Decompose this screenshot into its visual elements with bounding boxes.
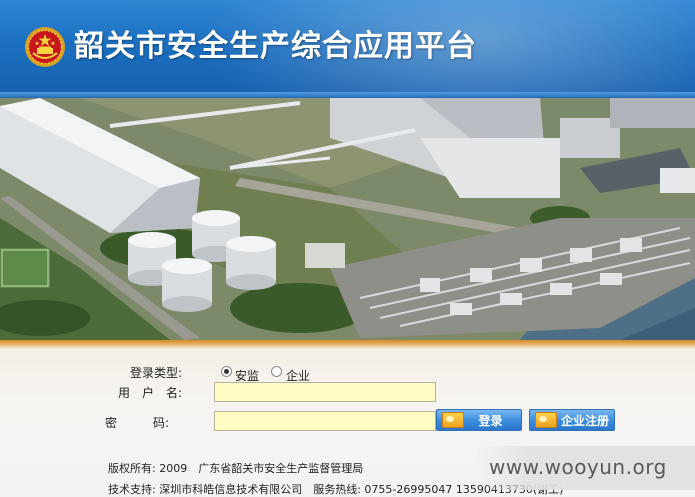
login-button-label: 登录 [478, 413, 503, 428]
aerial-photo-graphic [0, 98, 695, 340]
key-icon [535, 412, 557, 428]
watermark-text: www.wooyun.org [489, 455, 667, 479]
enterprise-register-button[interactable]: 企业注册 [529, 409, 615, 431]
copyright-text: 版权所有: 2009 广东省韶关市安全生产监督管理局 [108, 462, 364, 475]
password-input[interactable] [214, 411, 436, 431]
username-label: 用 户 名: [118, 386, 183, 400]
username-input[interactable] [214, 382, 436, 402]
login-type-radio-anjian[interactable] [221, 366, 232, 377]
header-banner: 韶关市安全生产综合应用平台 [0, 0, 695, 98]
register-button-label: 企业注册 [561, 413, 610, 428]
login-button[interactable]: 登录 [436, 409, 522, 431]
login-type-radio-qiye[interactable] [271, 366, 282, 377]
key-icon [442, 412, 464, 428]
login-type-label: 登录类型: [130, 366, 183, 380]
app-title: 韶关市安全生产综合应用平台 [74, 29, 477, 64]
password-label: 密 码: [105, 416, 170, 430]
industrial-aerial-photo [0, 98, 695, 340]
national-emblem-icon [25, 27, 65, 67]
